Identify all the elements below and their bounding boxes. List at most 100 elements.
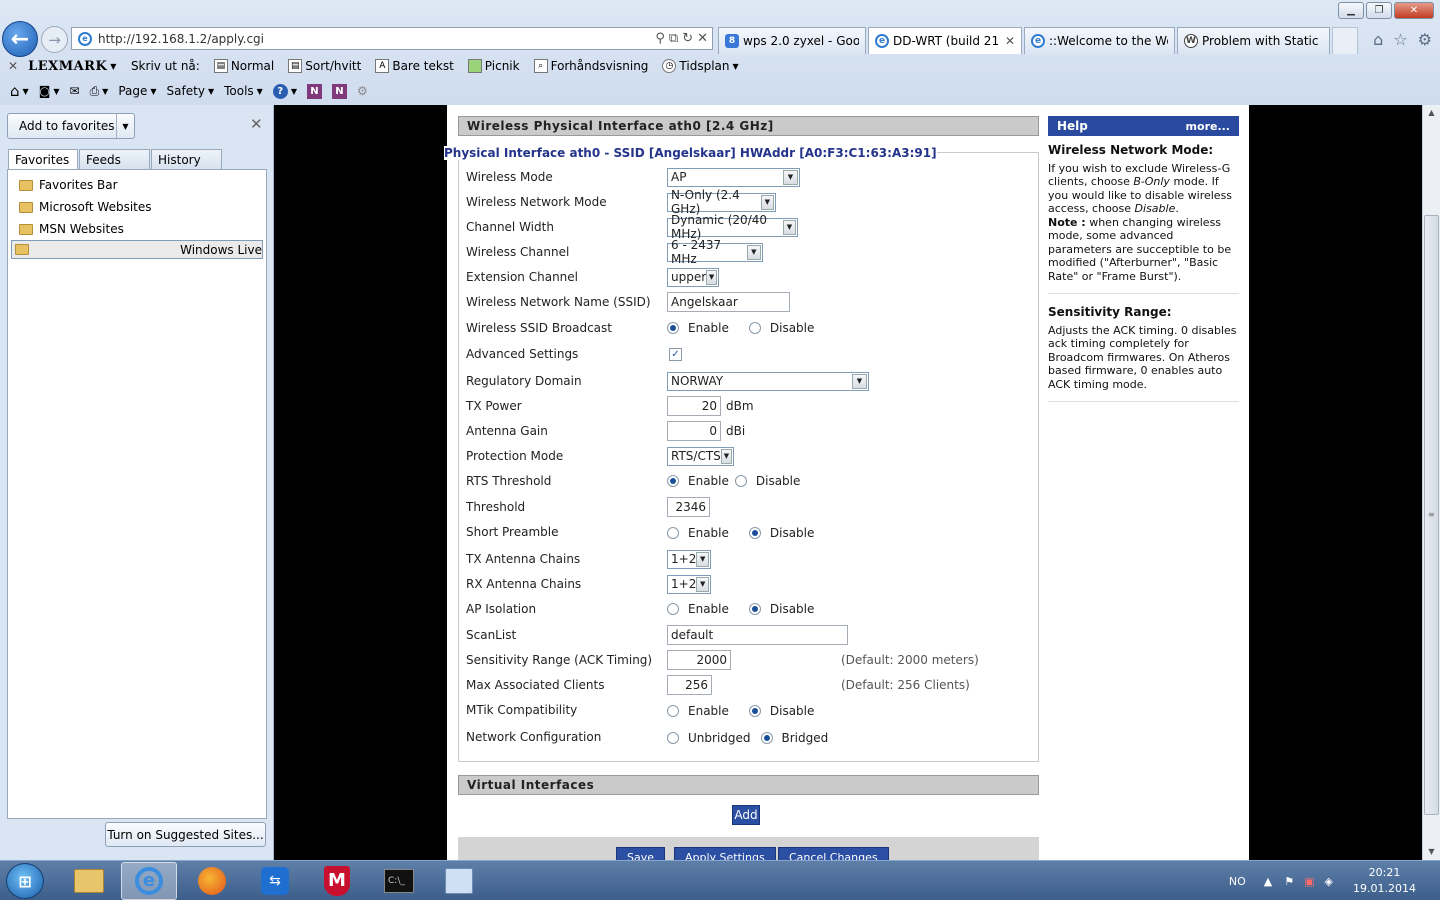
url-text[interactable]: http://192.168.1.2/apply.cgi [98,32,655,46]
toolbar-close-icon[interactable]: ✕ [8,59,18,73]
network-icon[interactable]: ▣ [1304,875,1314,888]
list-item[interactable]: Windows Live [11,240,263,259]
action-center-icon[interactable]: ⚑ [1284,875,1294,888]
settings-gear-icon[interactable]: ⚙ [1418,30,1432,49]
ap-isolation-enable-radio[interactable] [667,603,679,615]
tx-chains-select[interactable]: 1+2 ▼ [667,549,711,569]
mail-button[interactable]: ✉ [70,84,80,98]
search-icon[interactable]: ⚲ [655,31,665,46]
tx-power-input[interactable]: 20 [667,396,721,416]
forward-button[interactable]: → [41,26,68,53]
tab-feeds[interactable]: Feeds [79,149,150,170]
network-mode-select[interactable]: N-Only (2.4 GHz) ▼ [667,188,776,216]
advanced-settings-checkbox[interactable]: ✓ [669,347,682,361]
firefox-taskbar-icon[interactable] [184,862,240,900]
tab-welcome[interactable]: e ::Welcome to the We... [1024,27,1175,54]
apply-settings-button[interactable]: Apply Settings [674,847,776,860]
preview-button[interactable]: ⌕ Forhåndsvisning [533,59,648,73]
picnik-button[interactable]: Picnik [467,59,520,73]
wireless-channel-select[interactable]: 6 - 2437 MHz ▼ [667,238,763,266]
print-button[interactable]: ⎙ ▼ [90,84,109,99]
show-hidden-icons[interactable]: ▲ [1264,875,1272,888]
language-indicator[interactable]: NO [1229,875,1246,888]
add-virtual-interface-button[interactable]: Add [732,805,760,825]
safety-menu[interactable]: Safety ▼ [167,84,215,98]
scanlist-input[interactable]: default [667,625,848,645]
close-button[interactable]: ✕ [1394,2,1434,19]
scroll-up-icon[interactable]: ▲ [1423,105,1440,121]
preamble-disable-radio[interactable] [748,527,761,539]
home-icon[interactable]: ⌂ [1373,30,1383,49]
help-more-link[interactable]: more... [1186,120,1230,133]
list-item[interactable]: MSN Websites [11,218,263,240]
home-button[interactable]: ⌂ ▼ [10,82,29,100]
cancel-changes-button[interactable]: Cancel Changes [778,847,889,860]
ssid-broadcast-enable-radio[interactable] [667,322,679,334]
lexmark-brand[interactable]: LEXMARK ▼ [28,59,117,74]
print-normal-button[interactable]: ▤ Normal [213,59,274,73]
mcafee-taskbar-icon[interactable]: M [309,862,365,900]
tab-close-icon[interactable]: ✕ [1005,34,1015,48]
rx-chains-select[interactable]: 1+2 ▼ [667,574,711,594]
stop-icon[interactable]: ✕ [697,31,708,46]
compat-view-icon[interactable]: ⧉ [669,31,678,46]
security-icon[interactable]: ◈ [1325,875,1333,888]
refresh-icon[interactable]: ↻ [682,31,693,46]
list-item[interactable]: Favorites Bar [11,174,263,196]
explorer-taskbar-icon[interactable] [61,862,117,900]
page-menu[interactable]: Page ▼ [118,84,156,98]
max-clients-input[interactable]: 256 [667,675,712,695]
teamviewer-taskbar-icon[interactable]: ⇆ [247,862,303,900]
tab-ddwrt[interactable]: e DD-WRT (build 21... ✕ [868,27,1022,54]
list-item[interactable]: Microsoft Websites [11,196,263,218]
regulatory-domain-select[interactable]: NORWAY ▼ [667,371,869,391]
close-pane-icon[interactable]: ✕ [250,115,263,133]
address-bar[interactable]: e http://192.168.1.2/apply.cgi ⚲ ⧉ ↻ ✕ [71,27,713,50]
tab-static-route[interactable]: W Problem with Static R... [1177,27,1330,54]
antenna-gain-input[interactable]: 0 [667,421,721,441]
sensitivity-input[interactable]: 2000 [667,650,731,670]
chevron-down-icon[interactable]: ▼ [116,114,134,138]
ssid-broadcast-disable-radio[interactable] [748,322,761,334]
threshold-input[interactable]: 2346 [667,497,710,517]
rts-enable-radio[interactable] [667,475,679,487]
onenote-send-button[interactable]: N [331,83,347,99]
tab-favorites[interactable]: Favorites [8,149,78,170]
save-button[interactable]: Save [616,847,666,860]
favorites-star-icon[interactable]: ☆ [1393,30,1407,49]
mtik-disable-radio[interactable] [748,705,761,717]
schedule-button[interactable]: ◷ Tidsplan ▼ [662,59,739,73]
new-tab-button[interactable] [1332,27,1358,54]
help-menu[interactable]: ? ▼ [272,83,297,99]
clock[interactable]: 20:21 19.01.2014 [1353,865,1416,897]
preamble-enable-radio[interactable] [667,527,679,539]
ie-taskbar-icon[interactable]: e [121,862,177,900]
settings-button[interactable]: ⚙ [357,84,368,98]
tab-wps-zyxel[interactable]: 8 wps 2.0 zyxel - Googl... [718,27,866,54]
suggested-sites-button[interactable]: Turn on Suggested Sites... [105,822,266,847]
add-to-favorites-button[interactable]: Add to favorites ▼ [7,113,135,139]
unbridged-radio[interactable] [667,732,679,744]
network-app-taskbar-icon[interactable] [431,862,487,900]
scroll-down-icon[interactable]: ▼ [1423,844,1440,860]
ap-isolation-disable-radio[interactable] [748,603,761,615]
wireless-mode-select[interactable]: AP ▼ [667,167,800,187]
feeds-button[interactable]: ◙ ▼ [39,84,60,98]
extension-channel-select[interactable]: upper ▼ [667,267,719,287]
back-button[interactable]: ← [2,21,38,57]
cmd-taskbar-icon[interactable]: C:\_ [371,862,427,900]
print-text-button[interactable]: A Bare tekst [375,59,454,73]
mtik-enable-radio[interactable] [667,705,679,717]
start-button[interactable]: ⊞ [6,863,44,899]
tools-menu[interactable]: Tools ▼ [224,84,263,98]
vertical-scrollbar[interactable]: ▲ ≡ ▼ [1422,105,1440,860]
protection-mode-select[interactable]: RTS/CTS ▼ [667,446,734,466]
print-bw-button[interactable]: ▤ Sort/hvitt [288,59,361,73]
ssid-input[interactable]: Angelskaar [667,292,790,312]
rts-disable-radio[interactable] [734,475,747,487]
onenote-button[interactable]: N [306,83,322,99]
minimize-button[interactable]: ▁ [1338,2,1364,19]
maximize-button[interactable]: ❐ [1366,2,1392,19]
channel-width-select[interactable]: Dynamic (20/40 MHz) ▼ [667,213,798,241]
bridged-radio[interactable] [760,732,773,744]
